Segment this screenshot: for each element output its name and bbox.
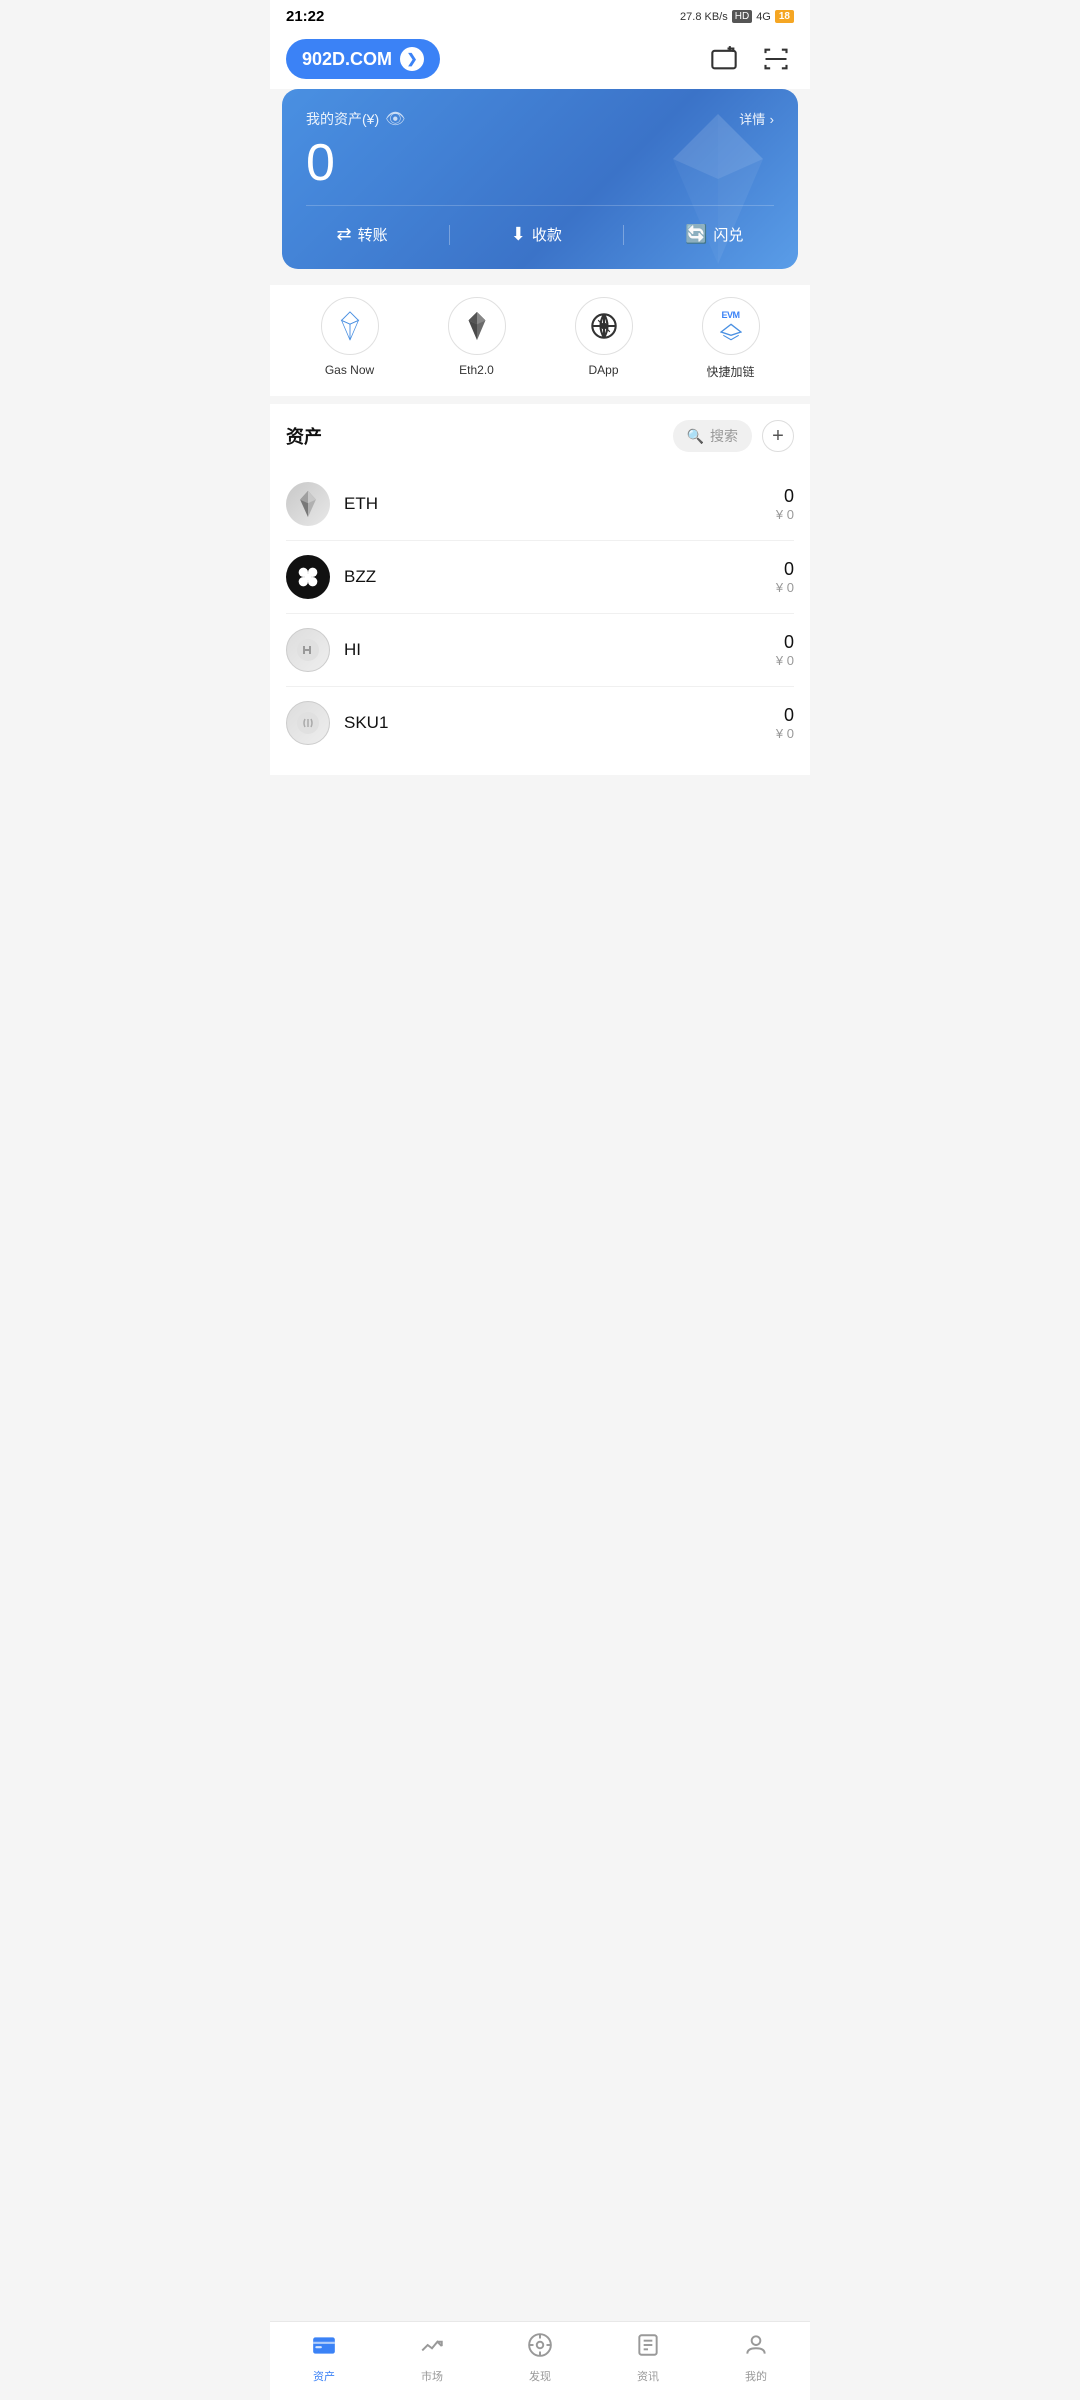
bzz-fiat: ¥ 0 bbox=[776, 580, 794, 595]
discover-nav-label: 发现 bbox=[529, 2368, 551, 2384]
search-box[interactable]: 🔍 搜索 bbox=[673, 420, 752, 452]
nav-item-market[interactable]: 市场 bbox=[392, 2332, 472, 2384]
asset-label: 我的资产(¥) 👁 bbox=[306, 109, 405, 129]
hi-balance: 0 ¥ 0 bbox=[776, 632, 794, 668]
table-row[interactable]: BZZ 0 ¥ 0 bbox=[286, 541, 794, 614]
search-icon: 🔍 bbox=[687, 428, 704, 445]
nav-item-profile[interactable]: 我的 bbox=[716, 2332, 796, 2384]
hd-badge: HD bbox=[732, 10, 752, 23]
network-text: 4G bbox=[756, 11, 771, 23]
assets-nav-icon bbox=[311, 2332, 337, 2365]
bzz-icon bbox=[286, 555, 330, 599]
brand-pill[interactable]: 902D.COM ❯ bbox=[286, 39, 440, 79]
hi-icon bbox=[286, 628, 330, 672]
eth-icon bbox=[286, 482, 330, 526]
brand-arrow-icon: ❯ bbox=[400, 47, 424, 71]
receive-icon: ⬇ bbox=[511, 224, 526, 245]
assets-section: 资产 🔍 搜索 + ETH 0 ¥ 0 bbox=[270, 404, 810, 775]
nav-item-discover[interactable]: 发现 bbox=[500, 2332, 580, 2384]
sku1-icon bbox=[286, 701, 330, 745]
assets-title: 资产 bbox=[286, 423, 322, 449]
eth-fiat: ¥ 0 bbox=[776, 507, 794, 522]
eth-name: ETH bbox=[344, 494, 776, 514]
divider-2 bbox=[623, 225, 624, 245]
sku1-fiat: ¥ 0 bbox=[776, 726, 794, 741]
table-row[interactable]: ETH 0 ¥ 0 bbox=[286, 468, 794, 541]
transfer-button[interactable]: ⇄ 转账 bbox=[337, 224, 388, 245]
assets-search-row: 🔍 搜索 + bbox=[673, 420, 794, 452]
bzz-balance: 0 ¥ 0 bbox=[776, 559, 794, 595]
add-wallet-button[interactable] bbox=[706, 41, 742, 77]
hi-name: HI bbox=[344, 640, 776, 660]
asset-card: 我的资产(¥) 👁 详情 › 0 ⇄ 转账 ⬇ 收款 🔄 闪兑 bbox=[282, 89, 798, 269]
bzz-name: BZZ bbox=[344, 567, 776, 587]
divider-1 bbox=[449, 225, 450, 245]
table-row[interactable]: SKU1 0 ¥ 0 bbox=[286, 687, 794, 759]
market-nav-label: 市场 bbox=[421, 2368, 443, 2384]
brand-name: 902D.COM bbox=[302, 49, 392, 70]
speed-text: 27.8 KB/s bbox=[680, 11, 728, 23]
evm-text: EVM bbox=[721, 310, 739, 320]
quick-icon-dapp[interactable]: DApp bbox=[575, 297, 633, 380]
nav-item-assets[interactable]: 资产 bbox=[284, 2332, 364, 2384]
header-icons bbox=[706, 41, 794, 77]
gas-now-circle bbox=[321, 297, 379, 355]
quick-icon-eth2[interactable]: Eth2.0 bbox=[448, 297, 506, 380]
sku1-amount: 0 bbox=[776, 705, 794, 726]
nav-item-news[interactable]: 资讯 bbox=[608, 2332, 688, 2384]
discover-nav-icon bbox=[527, 2332, 553, 2365]
header: 902D.COM ❯ bbox=[270, 29, 810, 89]
profile-nav-icon bbox=[743, 2332, 769, 2365]
assets-nav-label: 资产 bbox=[313, 2368, 335, 2384]
status-bar: 21:22 27.8 KB/s HD 4G 18 bbox=[270, 0, 810, 29]
dapp-label: DApp bbox=[588, 363, 618, 377]
status-icons: 27.8 KB/s HD 4G 18 bbox=[680, 10, 794, 23]
status-time: 21:22 bbox=[286, 8, 324, 25]
search-placeholder-text: 搜索 bbox=[710, 426, 738, 446]
table-row[interactable]: HI 0 ¥ 0 bbox=[286, 614, 794, 687]
bzz-amount: 0 bbox=[776, 559, 794, 580]
add-asset-button[interactable]: + bbox=[762, 420, 794, 452]
quick-icons: Gas Now Eth2.0 DAp bbox=[270, 285, 810, 396]
receive-label: 收款 bbox=[532, 224, 562, 245]
sku1-name: SKU1 bbox=[344, 713, 776, 733]
news-nav-icon bbox=[635, 2332, 661, 2365]
eth-diamond-bg bbox=[668, 109, 768, 209]
bottom-spacer bbox=[270, 775, 810, 855]
market-nav-icon bbox=[419, 2332, 445, 2365]
eye-icon[interactable]: 👁 bbox=[385, 109, 405, 129]
transfer-label: 转账 bbox=[358, 224, 388, 245]
quick-icon-evm[interactable]: EVM 快捷加链 bbox=[702, 297, 760, 380]
bottom-nav: 资产 市场 发现 bbox=[270, 2321, 810, 2400]
hi-fiat: ¥ 0 bbox=[776, 653, 794, 668]
profile-nav-label: 我的 bbox=[745, 2368, 767, 2384]
quick-icon-gas-now[interactable]: Gas Now bbox=[321, 297, 379, 380]
sku1-balance: 0 ¥ 0 bbox=[776, 705, 794, 741]
hi-amount: 0 bbox=[776, 632, 794, 653]
gas-now-label: Gas Now bbox=[325, 363, 374, 377]
news-nav-label: 资讯 bbox=[637, 2368, 659, 2384]
eth2-circle bbox=[448, 297, 506, 355]
eth-amount: 0 bbox=[776, 486, 794, 507]
assets-header: 资产 🔍 搜索 + bbox=[286, 420, 794, 452]
evm-circle: EVM bbox=[702, 297, 760, 355]
evm-label: 快捷加链 bbox=[706, 363, 754, 380]
eth2-label: Eth2.0 bbox=[459, 363, 494, 377]
transfer-icon: ⇄ bbox=[337, 224, 352, 245]
dapp-circle bbox=[575, 297, 633, 355]
eth-balance: 0 ¥ 0 bbox=[776, 486, 794, 522]
battery-icon: 18 bbox=[775, 10, 794, 23]
receive-button[interactable]: ⬇ 收款 bbox=[511, 224, 562, 245]
scan-button[interactable] bbox=[758, 41, 794, 77]
